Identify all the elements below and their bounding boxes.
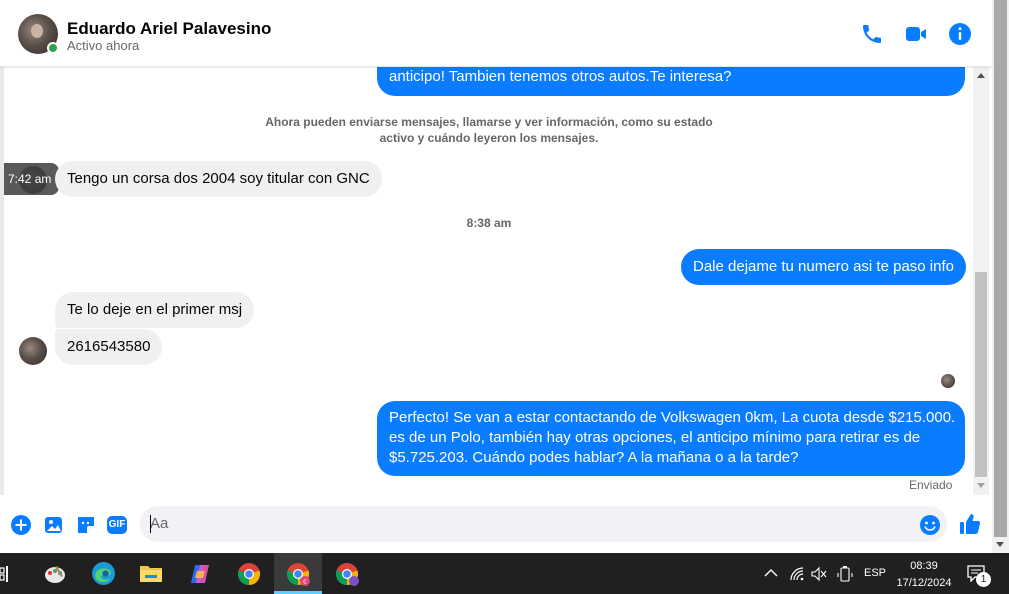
taskbar-clock[interactable]: 08:39 17/12/2024 — [888, 558, 960, 592]
seen-avatar — [941, 374, 955, 388]
chevron-up-icon[interactable] — [764, 568, 778, 578]
taskbar-copilot[interactable] — [176, 553, 224, 594]
phone-icon[interactable] — [860, 22, 884, 46]
taskbar-chrome-profile-c[interactable]: c — [274, 553, 322, 594]
avatar-face — [31, 24, 43, 38]
taskbar-paint[interactable] — [31, 553, 79, 594]
windows-taskbar: c ESP 08:39 17/12/2024 1 — [0, 553, 1009, 594]
message-input[interactable]: Aa — [140, 506, 947, 542]
online-status-dot — [47, 42, 59, 54]
messenger-window: Eduardo Ariel Palavesino Activo ahora an… — [0, 0, 1009, 594]
text-caret — [150, 515, 151, 533]
copilot-icon — [191, 565, 209, 583]
scroll-up-arrow[interactable] — [977, 73, 985, 78]
taskbar-file-explorer[interactable] — [127, 553, 175, 594]
speaker-muted-icon[interactable] — [811, 566, 827, 582]
chrome-icon — [237, 563, 261, 586]
message-text-line: $5.725.203. Cuándo podes hablar? A la ma… — [389, 449, 799, 466]
edge-icon — [92, 562, 115, 585]
video-call-icon[interactable] — [904, 22, 928, 46]
sent-status: Enviado — [909, 478, 953, 492]
image-icon[interactable] — [43, 514, 65, 536]
contact-small-avatar[interactable] — [19, 337, 47, 365]
contact-status: Activo ahora — [67, 38, 140, 53]
taskbar-edge[interactable] — [79, 553, 127, 594]
sticker-icon[interactable] — [75, 514, 97, 536]
paint-icon — [45, 566, 65, 583]
info-icon[interactable] — [948, 22, 972, 46]
page-scrollbar[interactable] — [992, 0, 1009, 553]
message-outgoing-partial[interactable]: anticipo! Tambien tenemos otros autos.Te… — [377, 67, 965, 96]
file-explorer-icon — [140, 566, 162, 582]
page-scroll-down-arrow[interactable] — [996, 542, 1004, 547]
language-indicator[interactable]: ESP — [864, 567, 886, 579]
page-scrollbar-thumb[interactable] — [994, 0, 1007, 537]
message-text: Te lo deje en el primer msj — [67, 301, 243, 318]
message-composer: GIF Aa — [0, 495, 992, 553]
message-input-placeholder: Aa — [150, 515, 169, 532]
add-icon[interactable] — [10, 514, 32, 536]
battery-plug-icon[interactable] — [837, 565, 853, 583]
like-icon[interactable] — [958, 512, 982, 536]
clock-time: 08:39 — [910, 560, 938, 572]
chat-header: Eduardo Ariel Palavesino Activo ahora — [0, 0, 992, 67]
message-text-line: es de un Polo, también hay otras opcione… — [389, 429, 921, 446]
message-outgoing[interactable]: Dale dejame tu numero asi te paso info — [681, 249, 966, 285]
chrome-profile-c-icon: c — [286, 563, 310, 586]
message-incoming[interactable]: Te lo deje en el primer msj — [55, 292, 255, 328]
scrollbar-thumb[interactable] — [975, 272, 987, 477]
message-outgoing[interactable]: Perfecto! Se van a estar contactando de … — [377, 401, 965, 476]
message-timestamp: 8:38 am — [466, 216, 512, 230]
chrome-profile-2-icon — [335, 563, 359, 586]
message-time-tooltip: 7:42 am — [4, 163, 60, 195]
wifi-icon[interactable] — [789, 566, 805, 582]
taskbar-chrome-profile-2[interactable] — [323, 553, 371, 594]
message-incoming[interactable]: Tengo un corsa dos 2004 soy titular con … — [55, 161, 382, 197]
contact-avatar[interactable] — [18, 14, 59, 54]
notification-count-badge: 1 — [976, 572, 991, 587]
message-text-line: Perfecto! Se van a estar contactando de … — [389, 409, 956, 426]
message-text: Tengo un corsa dos 2004 soy titular con … — [67, 170, 370, 187]
message-scrollbar[interactable] — [973, 67, 989, 495]
message-incoming[interactable]: 2616543580 — [55, 329, 163, 365]
message-text: anticipo! Tambien tenemos otros autos.Te… — [389, 68, 732, 85]
clock-date: 17/12/2024 — [896, 577, 952, 589]
gif-label: GIF — [108, 519, 126, 530]
message-list: anticipo! Tambien tenemos otros autos.Te… — [4, 67, 973, 495]
svg-text:c: c — [303, 578, 307, 586]
task-view-icon[interactable] — [0, 566, 12, 582]
system-note: Ahora pueden enviarse mensajes, llamarse… — [265, 115, 713, 145]
taskbar-chrome[interactable] — [225, 553, 273, 594]
message-text: Dale dejame tu numero asi te paso info — [693, 258, 954, 275]
message-text: 2616543580 — [67, 338, 151, 355]
scroll-down-arrow[interactable] — [977, 483, 985, 488]
contact-name[interactable]: Eduardo Ariel Palavesino — [67, 19, 271, 39]
emoji-icon[interactable] — [919, 514, 941, 536]
